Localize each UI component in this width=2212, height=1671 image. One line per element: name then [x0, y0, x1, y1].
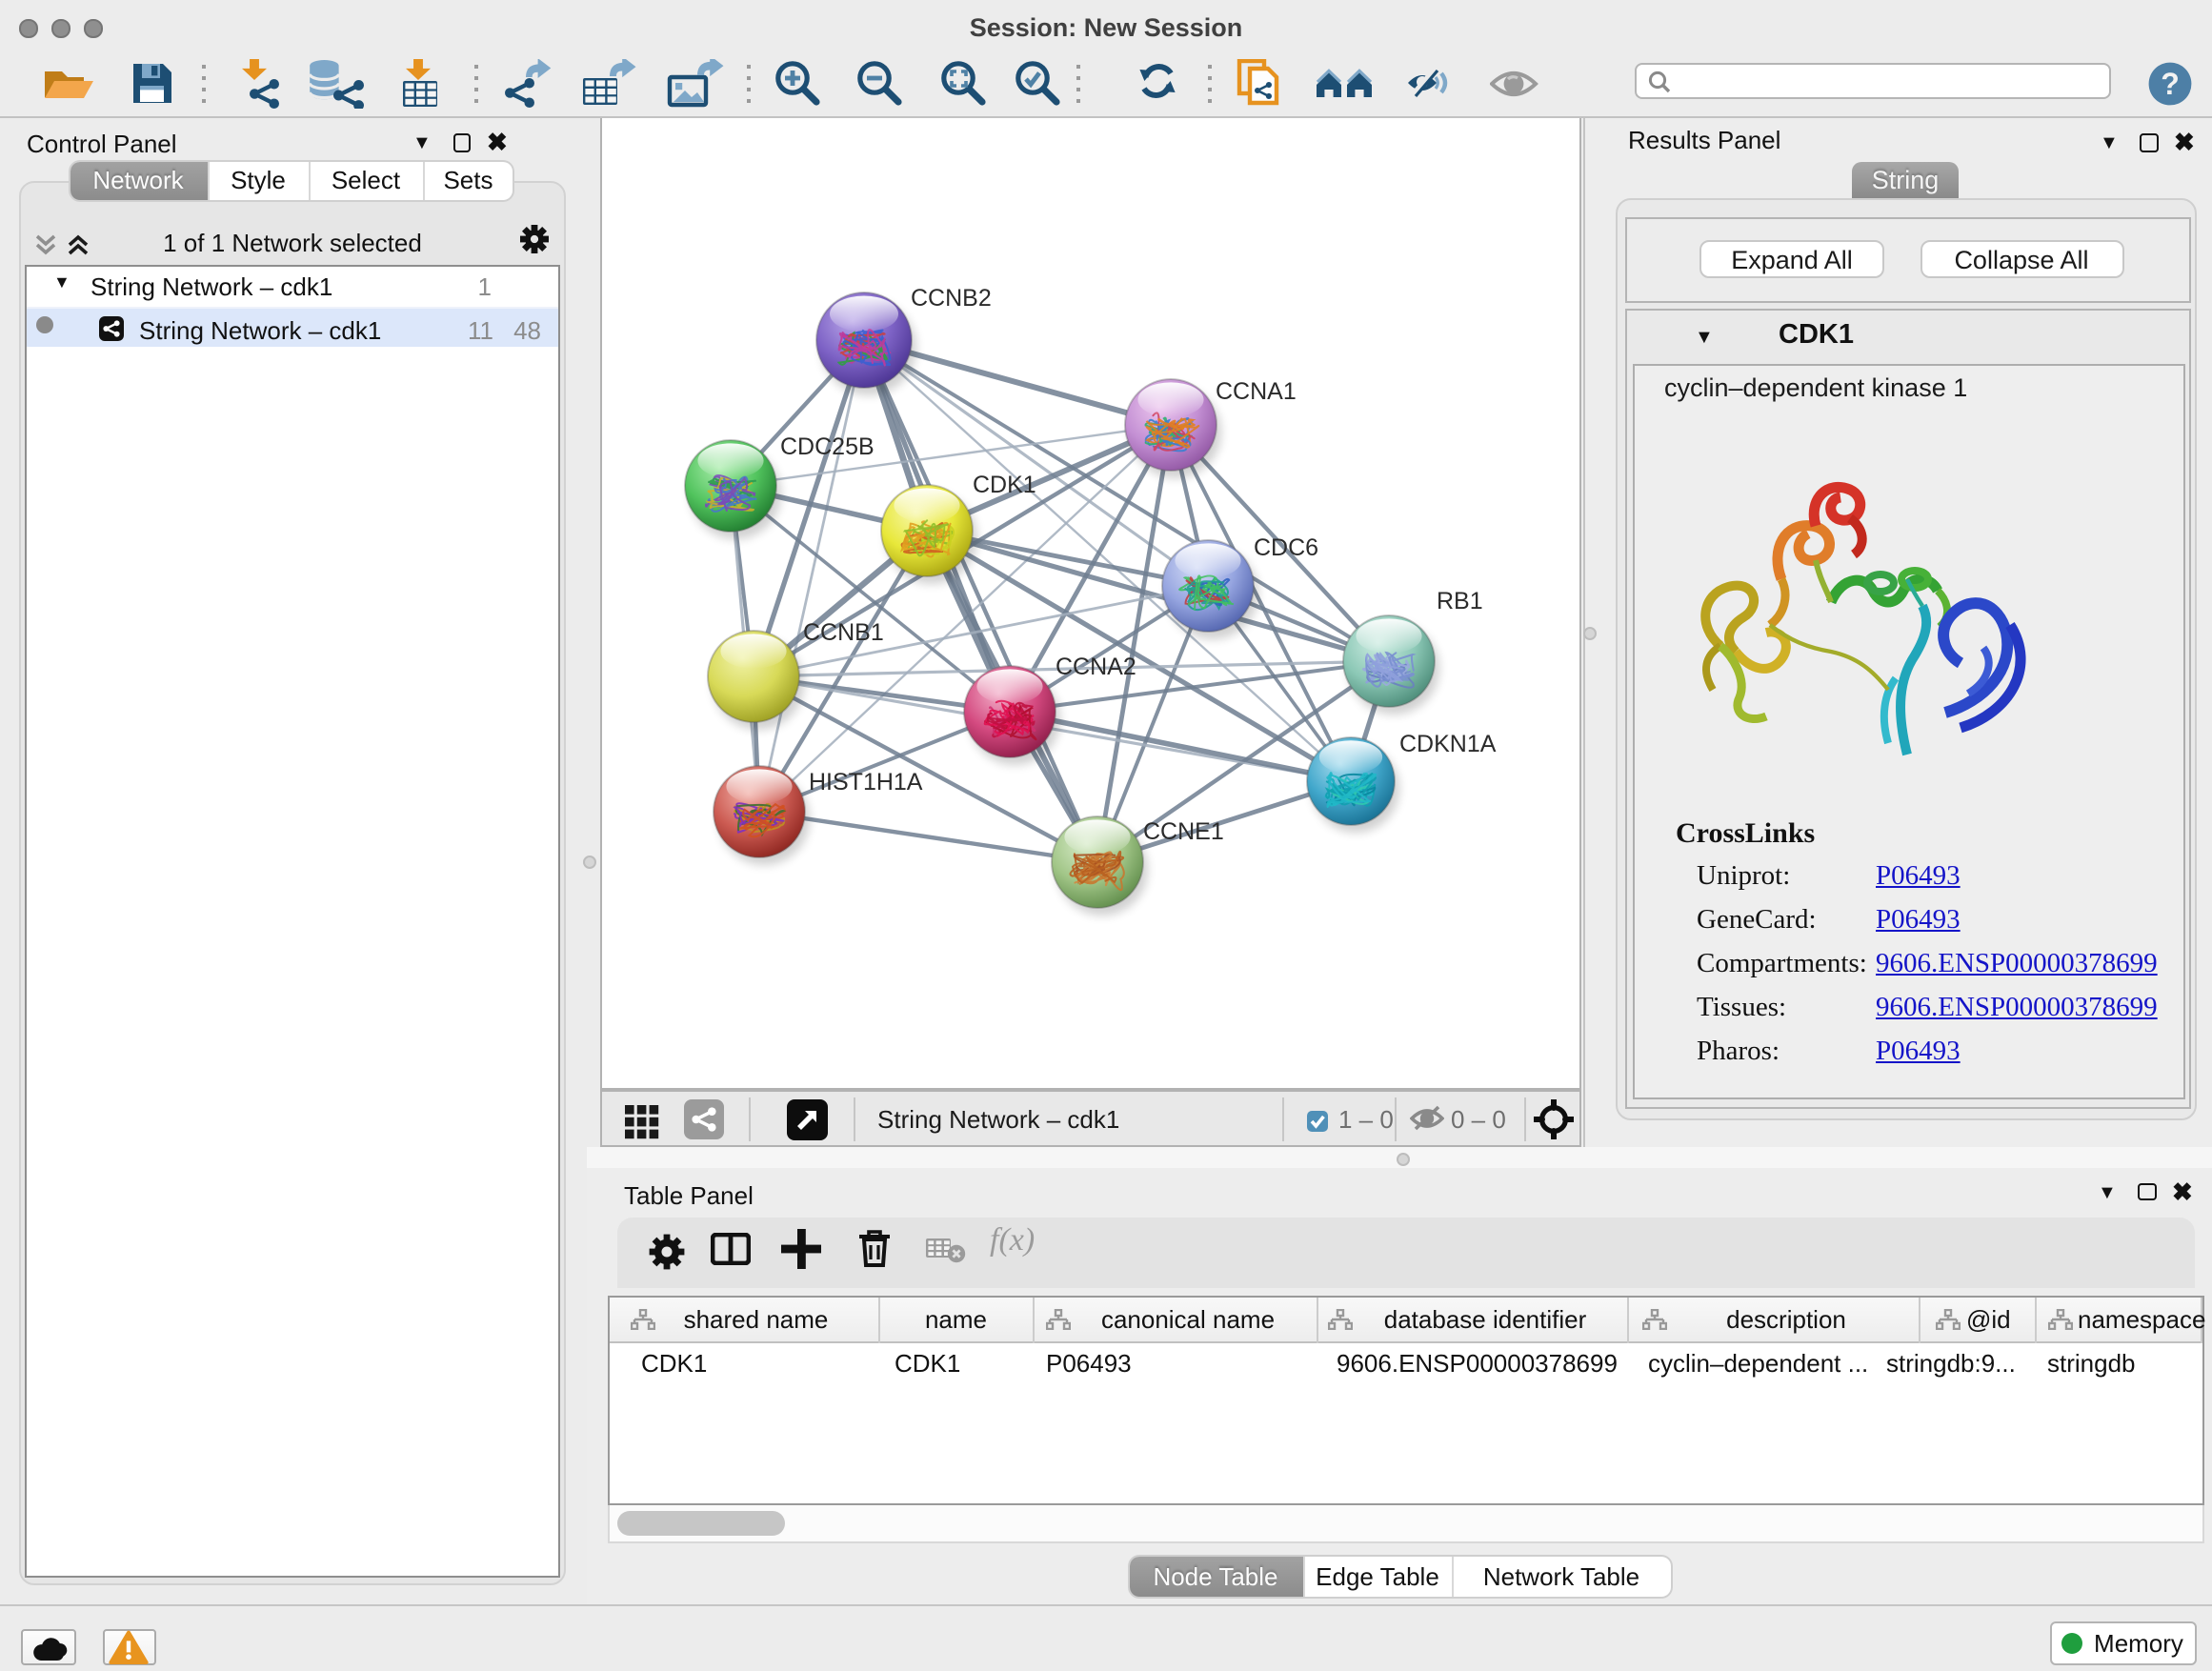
svg-text:CDK1: CDK1 [972, 472, 1036, 498]
svg-text:CCNA1: CCNA1 [1215, 378, 1296, 405]
svg-text:CCNB2: CCNB2 [910, 285, 991, 312]
svg-text:CCNA2: CCNA2 [1055, 654, 1136, 680]
svg-text:CCNB1: CCNB1 [802, 619, 883, 646]
svg-text:CDKN1A: CDKN1A [1398, 731, 1496, 757]
svg-text:CDC25B: CDC25B [779, 433, 874, 460]
svg-text:RB1: RB1 [1436, 588, 1482, 614]
svg-text:CCNE1: CCNE1 [1142, 818, 1223, 845]
svg-text:CDC6: CDC6 [1253, 534, 1317, 561]
svg-text:HIST1H1A: HIST1H1A [808, 769, 922, 795]
svg-text:?: ? [2161, 67, 2180, 101]
